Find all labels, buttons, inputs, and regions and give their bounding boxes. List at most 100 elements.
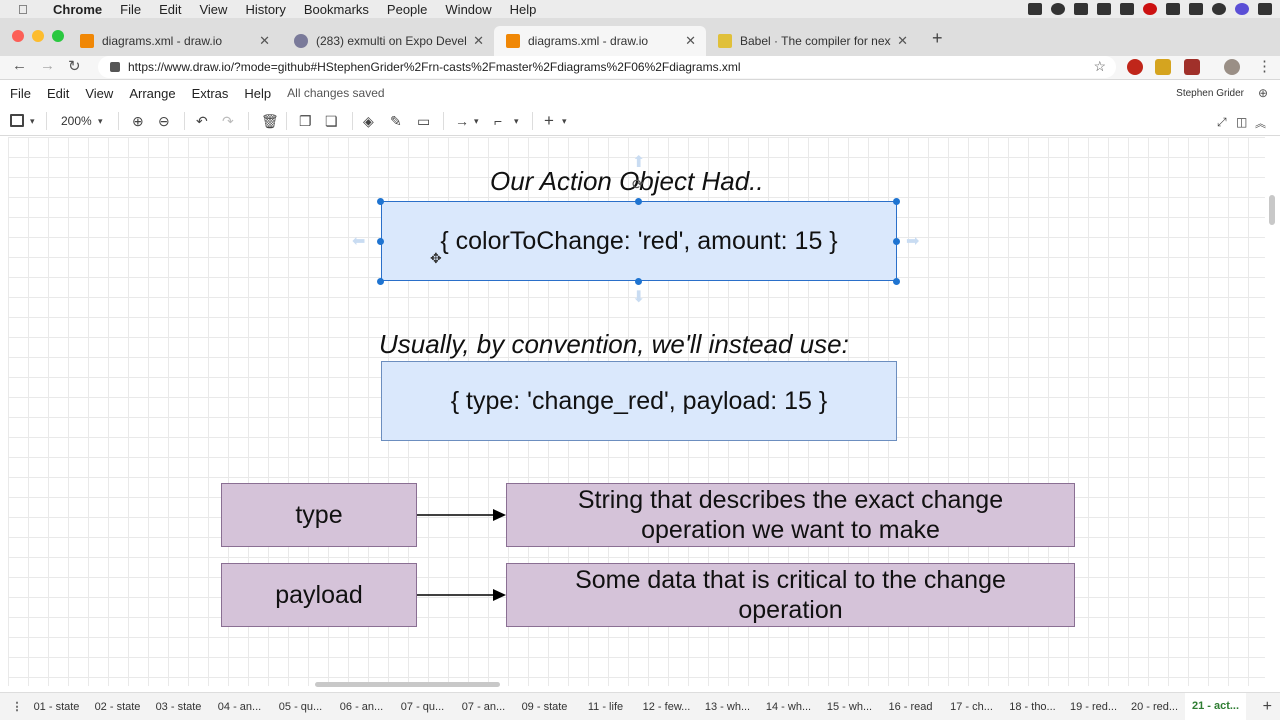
resize-handle[interactable] <box>893 198 900 205</box>
toggle-panel-icon[interactable]: ◫ <box>1236 115 1247 129</box>
line-color-icon[interactable]: ✎ <box>390 113 402 130</box>
to-front-icon[interactable]: ❐ <box>299 113 312 130</box>
tab-expo[interactable]: (283) exmulti on Expo Develop ✕ <box>282 26 494 56</box>
page-tab[interactable]: 16 - read <box>880 701 941 713</box>
notification-center-icon[interactable] <box>1258 3 1272 15</box>
apple-icon[interactable]:  <box>18 2 32 17</box>
chrome-menu-icon[interactable]: ⋮ <box>1257 57 1272 75</box>
payload-key-box[interactable]: payload <box>221 563 417 627</box>
page-tab[interactable]: 20 - red... <box>1124 701 1185 713</box>
language-globe-icon[interactable]: ⊕ <box>1258 86 1268 100</box>
close-icon[interactable]: ✕ <box>259 33 270 49</box>
zoom-out-icon[interactable]: ⊖ <box>158 113 170 130</box>
resize-handle[interactable] <box>377 278 384 285</box>
mac-menu-history[interactable]: History <box>236 2 294 17</box>
close-icon[interactable]: ✕ <box>473 33 484 49</box>
zoom-level[interactable]: 200% <box>61 114 92 128</box>
chevron-down-icon[interactable]: ▾ <box>30 116 35 127</box>
mac-menu-edit[interactable]: Edit <box>150 2 190 17</box>
mac-menu-bookmarks[interactable]: Bookmarks <box>295 2 378 17</box>
chevron-down-icon[interactable]: ▾ <box>474 116 479 127</box>
type-key-box[interactable]: type <box>221 483 417 547</box>
collapse-icon[interactable]: ︽ <box>1255 115 1266 131</box>
record-icon[interactable] <box>1143 3 1157 15</box>
user-name[interactable]: Stephen Grider <box>1176 88 1244 99</box>
page-tab[interactable]: 17 - ch... <box>941 701 1002 713</box>
connection-icon[interactable]: → <box>455 113 469 129</box>
page-tab[interactable]: 18 - tho... <box>1002 701 1063 713</box>
tab-drawio-active[interactable]: diagrams.xml - draw.io ✕ <box>494 26 706 56</box>
fill-color-icon[interactable]: ◈ <box>363 113 374 130</box>
page-tab[interactable]: 15 - wh... <box>819 701 880 713</box>
horizontal-scrollbar[interactable] <box>315 682 500 687</box>
type-description-box[interactable]: String that describes the exact change o… <box>506 483 1075 547</box>
page-tab[interactable]: 06 - an... <box>331 701 392 713</box>
resize-handle[interactable] <box>377 238 384 245</box>
sidebar-collapsed[interactable] <box>0 137 8 686</box>
page-tab[interactable]: 03 - state <box>148 701 209 713</box>
clone-arrow-down-icon[interactable]: ⬇ <box>632 287 645 307</box>
search-icon[interactable] <box>1212 3 1226 15</box>
menu-file[interactable]: File <box>10 86 31 101</box>
mac-menu-file[interactable]: File <box>111 2 150 17</box>
clone-arrow-up-icon[interactable]: ⬆ <box>632 152 645 172</box>
tab-babel[interactable]: Babel · The compiler for next g ✕ <box>706 26 918 56</box>
reload-icon[interactable]: ↻ <box>68 57 81 75</box>
close-icon[interactable]: ✕ <box>685 33 696 49</box>
battery-icon[interactable] <box>1189 3 1203 15</box>
payload-arrow[interactable] <box>417 585 507 605</box>
ublock-icon[interactable] <box>1127 59 1143 75</box>
page-tab[interactable]: 09 - state <box>514 701 575 713</box>
forward-icon[interactable]: → <box>40 57 55 74</box>
page-tab[interactable]: 04 - an... <box>209 701 270 713</box>
chevron-down-icon[interactable]: ▾ <box>514 116 519 127</box>
page-tab-active[interactable]: 21 - act... <box>1185 692 1246 720</box>
chevron-down-icon[interactable]: ▾ <box>98 116 103 127</box>
mac-menu-chrome[interactable]: Chrome <box>44 2 111 17</box>
tab-drawio-1[interactable]: diagrams.xml - draw.io ✕ <box>68 26 280 56</box>
page-tab[interactable]: 11 - life <box>575 701 636 713</box>
resize-handle[interactable] <box>635 278 642 285</box>
mac-menu-help[interactable]: Help <box>501 2 546 17</box>
page-tab[interactable]: 07 - an... <box>453 701 514 713</box>
bookmark-star-icon[interactable]: ☆ <box>1093 58 1106 75</box>
heading-action-object[interactable]: Our Action Object Had.. <box>490 166 764 197</box>
mac-menu-window[interactable]: Window <box>436 2 500 17</box>
fullscreen-icon[interactable]: ⤢ <box>1217 115 1227 130</box>
undo-icon[interactable]: ↶ <box>196 113 208 130</box>
menu-view[interactable]: View <box>85 86 113 101</box>
extension-icon[interactable] <box>1184 59 1200 75</box>
menu-arrange[interactable]: Arrange <box>129 86 175 101</box>
resize-handle[interactable] <box>377 198 384 205</box>
siri-icon[interactable] <box>1235 3 1249 15</box>
to-back-icon[interactable]: ❏ <box>325 113 338 130</box>
clone-arrow-left-icon[interactable]: ⬅ <box>352 231 365 251</box>
type-arrow[interactable] <box>417 505 507 525</box>
minimize-window-button[interactable] <box>32 30 44 42</box>
chevron-down-icon[interactable]: ▾ <box>562 116 567 127</box>
zoom-in-icon[interactable]: ⊕ <box>132 113 144 130</box>
waypoints-icon[interactable]: ⌐ <box>494 113 502 129</box>
menu-edit[interactable]: Edit <box>47 86 69 101</box>
mac-menu-view[interactable]: View <box>190 2 236 17</box>
address-bar[interactable]: https://www.draw.io/?mode=github#HStephe… <box>98 56 1116 78</box>
creative-cloud-icon[interactable] <box>1074 3 1088 15</box>
new-tab-button[interactable]: + <box>932 28 943 49</box>
menu-extras[interactable]: Extras <box>192 86 229 101</box>
resize-handle[interactable] <box>893 278 900 285</box>
page-tab[interactable]: 02 - state <box>87 701 148 713</box>
status-icon[interactable] <box>1028 3 1042 15</box>
clone-arrow-right-icon[interactable]: ➡ <box>906 231 919 251</box>
page-tab[interactable]: 07 - qu... <box>392 701 453 713</box>
wifi-icon[interactable] <box>1166 3 1180 15</box>
close-icon[interactable]: ✕ <box>897 33 908 49</box>
menu-help[interactable]: Help <box>244 86 271 101</box>
action-object-box[interactable]: { colorToChange: 'red', amount: 15 } <box>381 201 897 281</box>
redo-icon[interactable]: ↷ <box>222 113 234 130</box>
page-tab[interactable]: 12 - few... <box>636 701 697 713</box>
add-page-icon[interactable]: + <box>1263 698 1272 716</box>
pages-menu-icon[interactable]: ⋮ <box>8 700 26 713</box>
page-tab[interactable]: 05 - qu... <box>270 701 331 713</box>
payload-description-box[interactable]: Some data that is critical to the change… <box>506 563 1075 627</box>
page-tab[interactable]: 01 - state <box>26 701 87 713</box>
